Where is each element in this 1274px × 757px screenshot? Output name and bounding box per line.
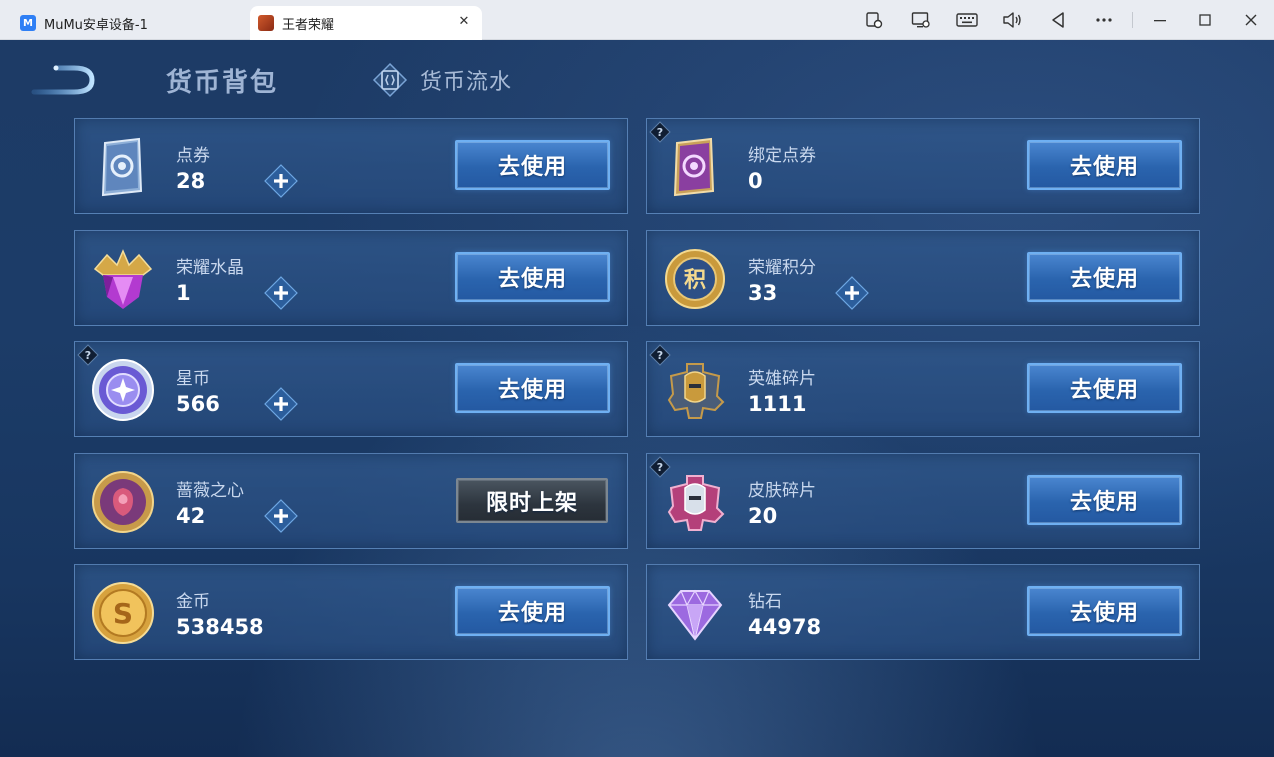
tab-currency-flow-label: 货币流水 <box>420 70 513 95</box>
window-titlebar: M MuMu安卓设备-1 王者荣耀 ✕ <box>0 0 1274 40</box>
volume-icon[interactable] <box>1002 10 1022 30</box>
currency-name: 星币 <box>176 369 210 389</box>
currency-name: 绑定点券 <box>748 146 816 166</box>
currency-card-voucher: 点券 28 去使用 <box>74 118 628 214</box>
diamond-icon <box>667 589 723 641</box>
currency-value: 44978 <box>748 615 822 639</box>
gold-coin-icon: S <box>92 582 154 644</box>
page-title: 货币背包 <box>166 68 279 98</box>
tab-label: MuMu安卓设备-1 <box>44 17 148 33</box>
voucher-card-icon <box>101 137 143 197</box>
currency-backpack-screen: 货币背包 货币流水 点券 28 去使用 ? 绑定点券 0 去使用 荣耀水晶 1 … <box>0 40 1274 757</box>
currency-name: 皮肤碎片 <box>748 481 816 501</box>
star-coin-icon <box>92 359 154 421</box>
more-icon[interactable] <box>1094 10 1114 30</box>
game-logo-icon <box>258 15 274 31</box>
use-glory-crystal-button[interactable]: 去使用 <box>455 252 610 302</box>
currency-value: 1 <box>176 281 191 305</box>
currency-flow-icon <box>372 62 408 98</box>
currency-name: 英雄碎片 <box>748 369 816 389</box>
skin-fragment-icon <box>667 475 725 531</box>
currency-card-gold-coin: S 金币 538458 去使用 <box>74 564 628 660</box>
svg-text:S: S <box>113 597 133 630</box>
minimize-icon[interactable] <box>1150 10 1170 30</box>
currency-value: 33 <box>748 281 778 305</box>
tab-honor-of-kings[interactable]: 王者荣耀 ✕ <box>250 6 482 40</box>
use-skin-fragment-button[interactable]: 去使用 <box>1027 475 1182 525</box>
currency-value: 0 <box>748 169 763 193</box>
currency-value: 566 <box>176 392 220 416</box>
currency-value: 20 <box>748 504 778 528</box>
maximize-icon[interactable] <box>1195 10 1215 30</box>
currency-card-glory-points: 积 荣耀积分 33 去使用 <box>646 230 1200 326</box>
use-gold-coin-button[interactable]: 去使用 <box>455 586 610 636</box>
currency-value: 538458 <box>176 615 264 639</box>
currency-name: 荣耀积分 <box>748 258 816 278</box>
tab-currency-flow[interactable]: 货币流水 <box>372 62 513 98</box>
currency-card-rose-heart: 蔷薇之心 42 限时上架 <box>74 453 628 549</box>
currency-value: 28 <box>176 169 206 193</box>
add-glory-points-button[interactable] <box>834 275 870 311</box>
currency-card-hero-fragment: ? 英雄碎片 1111 去使用 <box>646 341 1200 437</box>
glory-crystal-icon <box>93 249 153 309</box>
add-star-coin-button[interactable] <box>263 386 299 422</box>
use-star-coin-button[interactable]: 去使用 <box>455 363 610 413</box>
tab-label: 王者荣耀 <box>282 17 335 33</box>
currency-name: 荣耀水晶 <box>176 258 244 278</box>
add-rose-heart-button[interactable] <box>263 498 299 534</box>
currency-card-diamond: 钻石 44978 去使用 <box>646 564 1200 660</box>
use-diamond-button[interactable]: 去使用 <box>1027 586 1182 636</box>
keyboard-icon[interactable] <box>956 10 978 30</box>
currency-card-star-coin: ? 星币 566 去使用 <box>74 341 628 437</box>
tab-mumu-device[interactable]: M MuMu安卓设备-1 <box>12 6 248 40</box>
use-voucher-button[interactable]: 去使用 <box>455 140 610 190</box>
currency-card-bound-voucher: ? 绑定点券 0 去使用 <box>646 118 1200 214</box>
use-bound-voucher-button[interactable]: 去使用 <box>1027 140 1182 190</box>
currency-card-glory-crystal: 荣耀水晶 1 去使用 <box>74 230 628 326</box>
currency-value: 42 <box>176 504 206 528</box>
toolbar-divider <box>1132 12 1133 28</box>
back-nav-icon[interactable] <box>1048 10 1068 30</box>
hero-fragment-icon <box>667 363 725 419</box>
rose-heart-icon <box>92 471 154 533</box>
currency-name: 金币 <box>176 592 210 612</box>
tab-close-icon[interactable]: ✕ <box>456 14 472 30</box>
svg-text:积: 积 <box>684 268 706 293</box>
currency-name: 钻石 <box>748 592 782 612</box>
add-voucher-button[interactable] <box>263 163 299 199</box>
back-button[interactable] <box>30 62 98 98</box>
currency-value: 1111 <box>748 392 807 416</box>
close-icon[interactable] <box>1241 10 1261 30</box>
currency-card-skin-fragment: ? 皮肤碎片 20 去使用 <box>646 453 1200 549</box>
settings-monitor-icon[interactable] <box>864 10 884 30</box>
add-glory-crystal-button[interactable] <box>263 275 299 311</box>
limited-time-button[interactable]: 限时上架 <box>456 478 608 523</box>
currency-name: 蔷薇之心 <box>176 481 244 501</box>
use-glory-points-button[interactable]: 去使用 <box>1027 252 1182 302</box>
screen-record-icon[interactable] <box>911 10 931 30</box>
currency-name: 点券 <box>176 146 210 166</box>
mumu-logo-icon: M <box>20 15 36 31</box>
use-hero-fragment-button[interactable]: 去使用 <box>1027 363 1182 413</box>
glory-points-icon: 积 <box>665 249 725 309</box>
bound-voucher-card-icon <box>673 137 715 197</box>
